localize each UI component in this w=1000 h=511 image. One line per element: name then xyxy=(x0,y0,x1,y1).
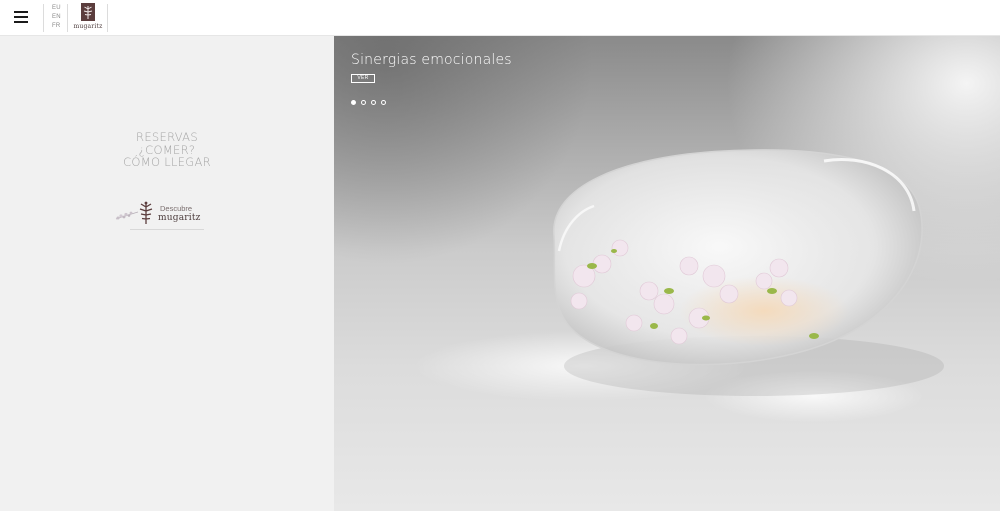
glass-stone-with-flowers-image xyxy=(414,149,944,422)
discover-bottom-label: mugaritz xyxy=(158,213,201,223)
tree-branch-icon xyxy=(139,201,153,224)
hero-slider[interactable]: Sinergias emocionales VER xyxy=(334,36,1000,511)
slide-title: Sinergias emocionales xyxy=(351,52,512,68)
language-switcher: EU EN FR xyxy=(52,4,64,31)
header-divider xyxy=(107,4,108,32)
reservas-link[interactable]: RESERVAS xyxy=(0,131,334,144)
lang-fr-link[interactable]: FR xyxy=(52,22,64,31)
tree-logo-icon xyxy=(81,3,95,21)
discover-underline xyxy=(130,229,204,230)
left-nav: RESERVAS ¿COMER? CÓMO LLEGAR xyxy=(0,131,334,169)
slider-dot-2[interactable] xyxy=(361,100,366,105)
slider-dot-1[interactable] xyxy=(351,100,356,105)
left-panel: RESERVAS ¿COMER? CÓMO LLEGAR Descubre mu… xyxy=(0,36,334,511)
slider-dot-3[interactable] xyxy=(371,100,376,105)
como-llegar-link[interactable]: CÓMO LLEGAR xyxy=(0,156,334,169)
top-header: EU EN FR mugaritz xyxy=(0,0,1000,36)
discover-mugaritz-link[interactable]: Descubre mugaritz xyxy=(114,199,206,231)
lang-eu-link[interactable]: EU xyxy=(52,4,64,13)
hamburger-menu-icon[interactable] xyxy=(14,11,28,23)
header-divider xyxy=(67,4,68,32)
brand-logo[interactable]: mugaritz xyxy=(72,3,104,33)
logo-wordmark: mugaritz xyxy=(73,23,103,30)
lang-en-link[interactable]: EN xyxy=(52,13,64,22)
slider-dot-4[interactable] xyxy=(381,100,386,105)
header-divider xyxy=(43,4,44,32)
slide-view-button[interactable]: VER xyxy=(351,74,375,83)
discover-top-label: Descubre xyxy=(160,204,193,213)
